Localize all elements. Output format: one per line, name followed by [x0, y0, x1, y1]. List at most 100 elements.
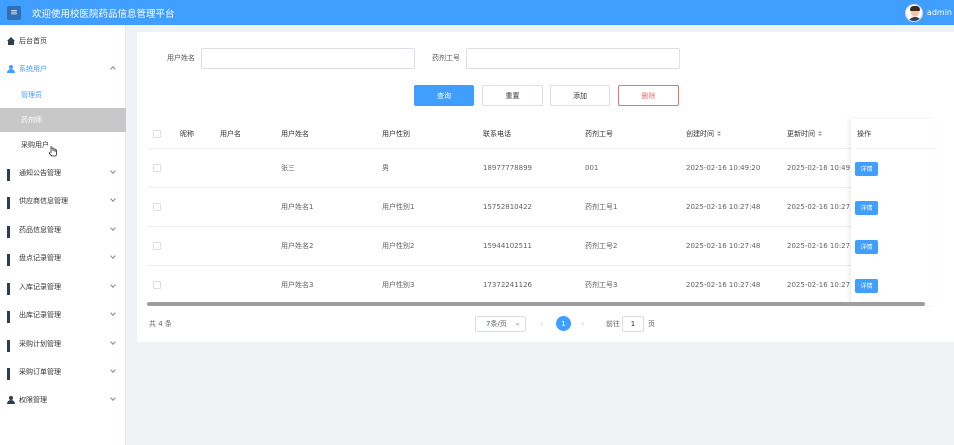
sidebar: 后台首页 系统用户 管理员 药剂师 采购用户 通知公告管理 供应商信息管理 药品…: [0, 25, 126, 445]
username[interactable]: admin: [927, 8, 952, 17]
horizontal-scrollbar[interactable]: [147, 302, 925, 306]
sidebar-item-label: 后台首页: [19, 37, 47, 45]
row-checkbox[interactable]: [153, 242, 161, 250]
table-row: 用户姓名2 用户性别2 15944102511 药剂工号2 2025-02-16…: [147, 227, 935, 266]
col-created[interactable]: 创建时间: [686, 119, 721, 148]
sort-icon[interactable]: [818, 131, 822, 136]
cell-gender: 用户性别1: [382, 203, 415, 211]
chevron-down-icon: [110, 168, 116, 174]
user-menu[interactable]: admin: [904, 0, 952, 25]
pagination: 共 4 条 7条/页 ‹ 1 › 前往 页: [137, 316, 954, 332]
cell-staff-no: 药剂工号1: [585, 203, 618, 211]
sidebar-item-label: 系统用户: [19, 65, 47, 73]
cell-updated: 2025-02-16 10:27:4: [787, 281, 851, 289]
detail-button[interactable]: 详情: [855, 200, 878, 215]
cell-gender: 用户性别2: [382, 242, 415, 250]
sort-icon[interactable]: [717, 131, 721, 136]
sidebar-item-home[interactable]: 后台首页: [0, 29, 126, 53]
chevron-down-icon: [110, 253, 116, 259]
sidebar-item-purchase-plan[interactable]: 采购计划管理: [0, 332, 126, 356]
cell-name: 用户姓名1: [281, 203, 314, 211]
row-checkbox[interactable]: [153, 281, 161, 289]
prev-page-icon[interactable]: ‹: [540, 319, 543, 328]
sidebar-item-label: 出库记录管理: [19, 311, 61, 319]
cell-staff-no: 001: [585, 164, 599, 172]
sidebar-item-label: 盘点记录管理: [19, 254, 61, 262]
cell-phone: 15752810422: [483, 203, 532, 211]
page-number-current[interactable]: 1: [556, 316, 571, 331]
cell-staff-no: 药剂工号3: [585, 281, 618, 289]
col-username: 用户名: [220, 129, 241, 138]
chevron-up-icon: [110, 66, 116, 72]
col-updated-label: 更新时间: [787, 129, 815, 138]
cell-name: 用户姓名2: [281, 242, 314, 250]
sidebar-item-stock-out[interactable]: 出库记录管理: [0, 303, 126, 327]
page-size-select[interactable]: 7条/页: [475, 316, 526, 332]
sidebar-item-label: 通知公告管理: [19, 169, 61, 177]
reset-button[interactable]: 重置: [482, 85, 543, 106]
grid-icon: [7, 226, 15, 238]
row-checkbox[interactable]: [153, 164, 161, 172]
grid-icon: [7, 340, 15, 352]
chevron-down-icon: [110, 196, 116, 202]
col-nickname: 昵称: [180, 129, 194, 138]
avatar[interactable]: [904, 3, 923, 22]
table-header: 昵称 用户名 用户姓名 用户性别 联系电话 药剂工号 创建时间 更新时间: [147, 119, 935, 149]
grid-icon: [7, 311, 15, 323]
cell-phone: 17372241126: [483, 281, 532, 289]
grid-icon: [7, 197, 15, 209]
sidebar-item-label: 权限管理: [19, 396, 47, 404]
sidebar-item-stock-in[interactable]: 入库记录管理: [0, 275, 126, 299]
detail-button[interactable]: 详情: [855, 239, 878, 254]
app-title: 欢迎使用校医院药品信息管理平台: [32, 8, 175, 20]
home-icon: [7, 37, 15, 45]
sidebar-item-label: 入库记录管理: [19, 283, 61, 291]
staff-no-search-input[interactable]: [466, 48, 680, 69]
col-created-label: 创建时间: [686, 129, 714, 138]
sidebar-item-label: 供应商信息管理: [19, 197, 68, 205]
col-updated[interactable]: 更新时间: [787, 119, 822, 148]
query-button[interactable]: 查询: [414, 85, 474, 106]
menu-toggle-icon[interactable]: ≡: [7, 5, 21, 20]
goto-page-input[interactable]: [622, 316, 644, 332]
col-gender: 用户性别: [382, 129, 410, 138]
cell-updated: 2025-02-16 10:27:4: [787, 203, 851, 211]
sidebar-item-notice[interactable]: 通知公告管理: [0, 161, 126, 185]
chevron-down-icon: [515, 321, 520, 326]
sidebar-item-purchase-order[interactable]: 采购订单管理: [0, 360, 126, 384]
table-row: 用户姓名1 用户性别1 15752810422 药剂工号1 2025-02-16…: [147, 188, 935, 227]
grid-icon: [7, 169, 15, 181]
select-all-checkbox[interactable]: [153, 129, 161, 138]
sidebar-item-label: 采购订单管理: [19, 368, 61, 376]
sidebar-item-drug-info[interactable]: 药品信息管理: [0, 218, 126, 242]
sidebar-item-inventory[interactable]: 盘点记录管理: [0, 246, 126, 270]
sidebar-subitem-pharmacist[interactable]: 药剂师: [0, 108, 126, 132]
cell-updated: 2025-02-16 10:49:2: [787, 164, 851, 172]
add-button[interactable]: 添加: [550, 85, 610, 106]
sidebar-item-permission[interactable]: 权限管理: [0, 388, 126, 412]
cell-phone: 15944102511: [483, 242, 532, 250]
sidebar-item-supplier[interactable]: 供应商信息管理: [0, 189, 126, 213]
sidebar-subitem-purchaser[interactable]: 采购用户: [0, 133, 126, 157]
cell-created: 2025-02-16 10:49:20: [686, 164, 761, 172]
cell-gender: 男: [382, 164, 389, 172]
cell-gender: 用户性别3: [382, 281, 415, 289]
table-row: 用户姓名3 用户性别3 17372241126 药剂工号3 2025-02-16…: [147, 266, 935, 305]
total-count: 共 4 条: [149, 320, 172, 328]
next-page-icon[interactable]: ›: [581, 319, 584, 328]
chevron-down-icon: [110, 395, 116, 401]
sidebar-item-system-users[interactable]: 系统用户: [0, 57, 126, 81]
cell-phone: 18977778899: [483, 164, 532, 172]
goto-suffix: 页: [648, 320, 655, 328]
detail-button[interactable]: 详情: [855, 161, 878, 176]
sidebar-item-label: 药品信息管理: [19, 226, 61, 234]
name-search-input[interactable]: [201, 48, 415, 69]
cell-created: 2025-02-16 10:27:48: [686, 203, 761, 211]
row-checkbox[interactable]: [153, 203, 161, 211]
chevron-down-icon: [110, 310, 116, 316]
cell-created: 2025-02-16 10:27:48: [686, 281, 761, 289]
sidebar-subitem-admin[interactable]: 管理员: [0, 83, 126, 107]
detail-button[interactable]: 详情: [855, 278, 878, 293]
goto-prefix: 前往: [606, 320, 620, 328]
delete-button[interactable]: 删除: [618, 85, 679, 106]
